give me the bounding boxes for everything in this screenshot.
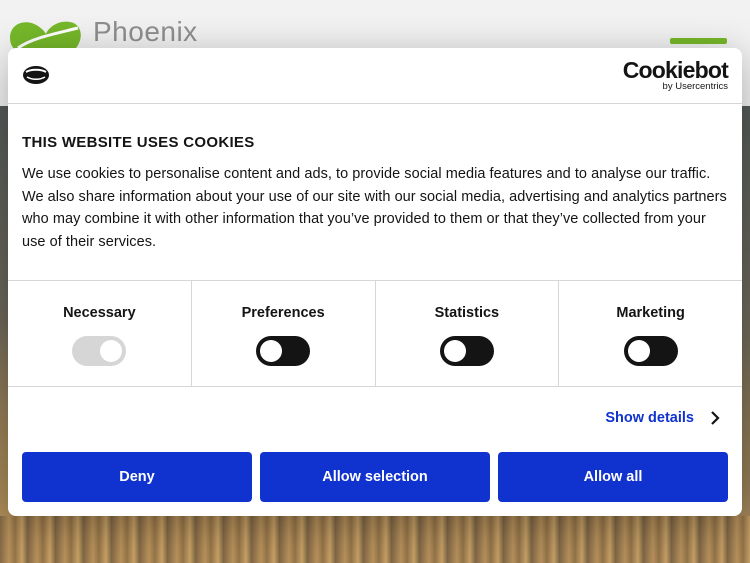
preferences-toggle[interactable] bbox=[256, 336, 311, 366]
dialog-body: THIS WEBSITE USES COOKIES We use cookies… bbox=[8, 104, 742, 281]
category-label: Necessary bbox=[63, 305, 136, 321]
category-necessary: Necessary bbox=[8, 281, 192, 386]
toggle-knob bbox=[100, 340, 123, 362]
show-details-link[interactable]: Show details bbox=[605, 410, 720, 426]
category-preferences: Preferences bbox=[192, 281, 376, 386]
category-label: Marketing bbox=[616, 305, 685, 321]
chevron-right-icon bbox=[711, 411, 720, 425]
dialog-header: Cookiebot by Usercentrics bbox=[8, 48, 742, 104]
details-row: Show details bbox=[8, 387, 742, 451]
cookie-consent-dialog: Cookiebot by Usercentrics THIS WEBSITE U… bbox=[8, 48, 742, 516]
cookie-icon bbox=[23, 66, 49, 84]
toggle-knob bbox=[443, 340, 466, 362]
background-field-strip bbox=[0, 516, 750, 563]
category-label: Statistics bbox=[434, 305, 500, 321]
allow-all-button[interactable]: Allow all bbox=[498, 452, 728, 502]
cookiebot-logo[interactable]: Cookiebot by Usercentrics bbox=[622, 57, 729, 92]
necessary-toggle bbox=[72, 336, 127, 366]
marketing-toggle[interactable] bbox=[623, 336, 678, 366]
category-marketing: Marketing bbox=[559, 281, 742, 386]
toggle-knob bbox=[627, 340, 650, 362]
category-statistics: Statistics bbox=[376, 281, 560, 386]
site-logo-text: Phoenix bbox=[93, 16, 198, 47]
menu-icon[interactable] bbox=[670, 38, 727, 44]
allow-selection-button[interactable]: Allow selection bbox=[260, 452, 490, 502]
category-label: Preferences bbox=[241, 305, 325, 321]
action-buttons: Deny Allow selection Allow all bbox=[22, 452, 728, 502]
cookiebot-name: Cookiebot bbox=[622, 57, 729, 83]
dialog-title: THIS WEBSITE USES COOKIES bbox=[22, 134, 255, 151]
deny-button[interactable]: Deny bbox=[22, 452, 252, 502]
consent-categories: Necessary Preferences Statistics Marketi… bbox=[8, 281, 742, 387]
show-details-label: Show details bbox=[605, 410, 694, 426]
toggle-knob bbox=[260, 340, 283, 362]
statistics-toggle[interactable] bbox=[439, 336, 494, 366]
dialog-description: We use cookies to personalise content an… bbox=[22, 166, 727, 250]
